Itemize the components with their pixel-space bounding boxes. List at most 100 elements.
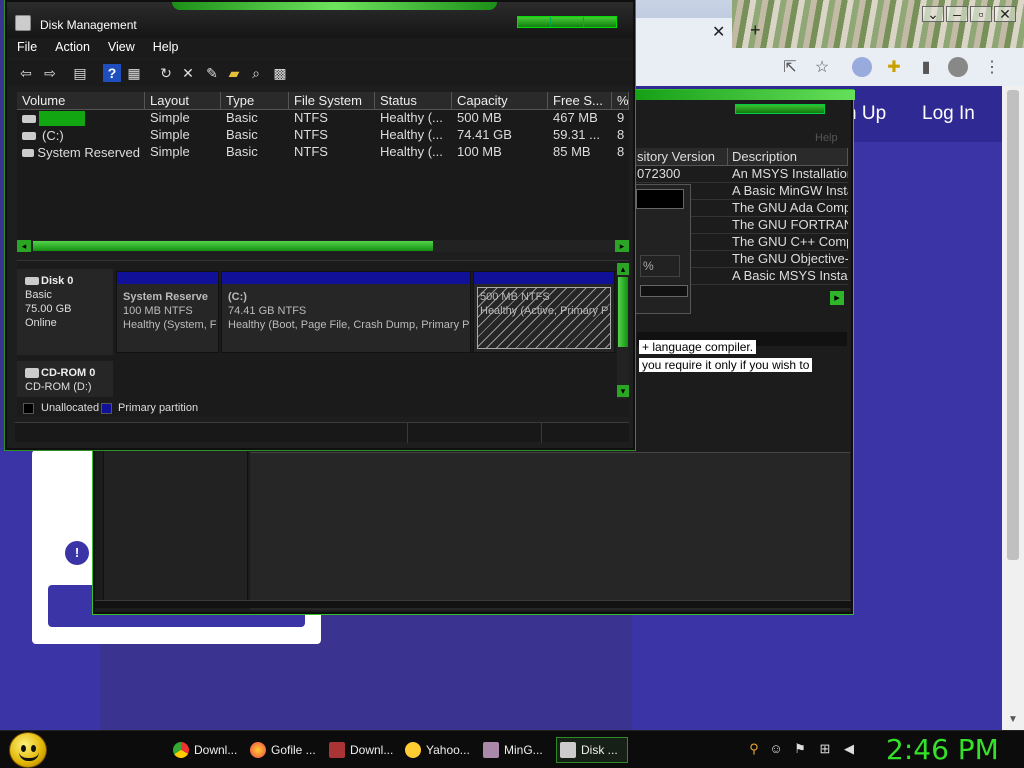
column-header-description[interactable]: Description bbox=[728, 148, 848, 165]
search-icon[interactable]: ⌕ bbox=[247, 64, 265, 82]
minimize-button[interactable]: – bbox=[946, 6, 968, 22]
task-download[interactable]: Downl... bbox=[326, 737, 398, 763]
volume-row[interactable]: (C:) Simple Basic NTFS Healthy (... 74.4… bbox=[17, 127, 629, 144]
column-header-volume[interactable]: Volume bbox=[17, 92, 145, 109]
help-menu[interactable]: Help bbox=[815, 132, 838, 144]
chat-icon[interactable]: ☺ bbox=[768, 741, 784, 757]
partition-c[interactable]: (C:) 74.41 GB NTFS Healthy (Boot, Page F… bbox=[221, 271, 471, 353]
graph-scrollbar[interactable]: ▴ ▾ bbox=[617, 263, 629, 399]
login-link[interactable]: Log In bbox=[922, 103, 975, 125]
task-yahoo[interactable]: Yahoo... bbox=[402, 737, 474, 763]
column-header-percent[interactable]: % bbox=[612, 92, 629, 109]
column-header-filesystem[interactable]: File System bbox=[289, 92, 375, 109]
close-button[interactable]: ✕ bbox=[994, 6, 1016, 22]
partition-system-reserved[interactable]: System Reserve 100 MB NTFS Healthy (Syst… bbox=[116, 271, 219, 353]
volume-row[interactable]: Simple Basic NTFS Healthy (... 500 MB 46… bbox=[17, 110, 629, 127]
scroll-thumb[interactable] bbox=[33, 241, 433, 251]
check-icon[interactable]: ✎ bbox=[203, 64, 221, 82]
close-button[interactable] bbox=[584, 17, 616, 27]
close-tab-icon[interactable]: ✕ bbox=[712, 22, 725, 42]
extensions-puzzle-icon[interactable]: ✚ bbox=[884, 57, 904, 77]
volume-row[interactable]: System Reserved Simple Basic NTFS Health… bbox=[17, 144, 629, 161]
task-disk-management[interactable]: Disk ... bbox=[556, 737, 628, 763]
address-bar[interactable]: ⇱ ☆ ✚ ▮ ⋮ bbox=[632, 48, 1024, 86]
menu-view[interactable]: View bbox=[98, 38, 143, 58]
refresh-icon[interactable]: ↻ bbox=[157, 64, 175, 82]
volume-list-scrollbar[interactable]: ◂ ▸ bbox=[17, 240, 629, 252]
task-label: Downl... bbox=[350, 743, 394, 757]
new-tab-button[interactable]: + bbox=[750, 20, 761, 41]
partition-size: 500 MB NTFS bbox=[480, 291, 550, 303]
column-header-layout[interactable]: Layout bbox=[145, 92, 221, 109]
sidepanel-icon[interactable]: ▮ bbox=[916, 57, 936, 77]
menu-help[interactable]: Help bbox=[143, 38, 187, 58]
maximize-button[interactable] bbox=[551, 17, 584, 27]
clock[interactable]: 2:46 PM bbox=[886, 733, 999, 766]
cell-type: Basic bbox=[226, 127, 258, 142]
share-icon[interactable]: ⇱ bbox=[780, 57, 800, 77]
column-header-status[interactable]: Status bbox=[375, 92, 452, 109]
taskbar: Downl... Gofile ... Downl... Yahoo... Mi… bbox=[0, 730, 1024, 768]
maximize-button[interactable]: ▫ bbox=[970, 6, 992, 22]
disk0-label[interactable]: Disk 0 Basic 75.00 GB Online bbox=[17, 269, 113, 355]
menu-file[interactable]: File bbox=[7, 38, 45, 58]
scroll-thumb[interactable] bbox=[1007, 90, 1019, 560]
column-header-free[interactable]: Free S... bbox=[548, 92, 612, 109]
scroll-down-icon[interactable]: ▼ bbox=[1008, 714, 1018, 725]
cell-percent: 8 bbox=[617, 127, 625, 142]
profile-avatar-icon[interactable] bbox=[948, 57, 968, 77]
status-bar bbox=[95, 600, 851, 608]
download-icon bbox=[329, 742, 345, 758]
settings-icon[interactable]: ▩ bbox=[271, 64, 289, 82]
menu-action[interactable]: Action bbox=[45, 38, 98, 58]
cell-layout: Simple bbox=[150, 127, 190, 142]
cell-free: 467 MB bbox=[553, 110, 598, 125]
scroll-down-icon[interactable]: ▾ bbox=[617, 385, 629, 397]
partition-info: 500 MB NTFS Healthy (Active, Primary P bbox=[480, 290, 612, 318]
scroll-thumb[interactable] bbox=[618, 277, 628, 347]
delete-icon[interactable]: ✕ bbox=[179, 64, 197, 82]
cell-percent: 9 bbox=[617, 110, 625, 125]
scroll-right-icon[interactable]: ▸ bbox=[615, 240, 629, 252]
network-icon[interactable]: ⊞ bbox=[817, 741, 833, 757]
scroll-left-icon[interactable]: ◂ bbox=[17, 240, 31, 252]
task-firefox[interactable]: Gofile ... bbox=[247, 737, 319, 763]
flag-icon[interactable]: ⚑ bbox=[792, 741, 808, 757]
table-row[interactable]: 072300 An MSYS Installation bbox=[633, 166, 848, 183]
details-pane bbox=[250, 452, 850, 610]
scroll-right-icon[interactable]: ▸ bbox=[830, 291, 844, 305]
cdrom-label[interactable]: CD-ROM 0 CD-ROM (D:) bbox=[17, 361, 113, 397]
disk0-state: Online bbox=[25, 317, 57, 329]
properties-icon[interactable]: ▦ bbox=[125, 64, 143, 82]
task-chrome[interactable]: Downl... bbox=[170, 737, 242, 763]
scroll-up-icon[interactable]: ▴ bbox=[617, 263, 629, 275]
category-pane[interactable] bbox=[103, 448, 248, 606]
search-icon[interactable]: ⚲ bbox=[746, 741, 762, 757]
volume-icon[interactable]: ◀ bbox=[841, 741, 857, 757]
task-mingw[interactable]: MinG... bbox=[480, 737, 552, 763]
partition-name: (C:) bbox=[228, 291, 247, 303]
extension-flag-icon[interactable] bbox=[852, 57, 872, 77]
minimize-button[interactable] bbox=[518, 17, 551, 27]
bookmark-star-icon[interactable]: ☆ bbox=[812, 57, 832, 77]
column-header-version[interactable]: sitory Version bbox=[633, 148, 728, 165]
progress-field bbox=[636, 189, 684, 209]
cell-filesystem: NTFS bbox=[294, 144, 328, 159]
menu-dots-icon[interactable]: ⋮ bbox=[982, 57, 1002, 77]
partition-500mb-selected[interactable]: 500 MB NTFS Healthy (Active, Primary P bbox=[473, 271, 615, 353]
console-tree-icon[interactable]: ▤ bbox=[71, 64, 89, 82]
window-controls[interactable] bbox=[735, 104, 825, 114]
browser-scrollbar[interactable]: ▲ ▼ bbox=[1002, 86, 1024, 730]
volume-list-header: Volume Layout Type File System Status Ca… bbox=[17, 92, 629, 110]
help-icon[interactable]: ? bbox=[103, 64, 121, 82]
window-titlebar[interactable]: Disk Management bbox=[7, 2, 633, 38]
open-folder-icon[interactable]: ▰ bbox=[225, 64, 243, 82]
start-button-smiley-icon[interactable] bbox=[9, 732, 47, 768]
column-header-capacity[interactable]: Capacity bbox=[452, 92, 548, 109]
legend-primary: Primary partition bbox=[118, 402, 199, 414]
dropdown-icon[interactable]: ⌄ bbox=[922, 6, 944, 22]
window-controls[interactable] bbox=[517, 16, 617, 28]
back-arrow-icon[interactable]: ⇦ bbox=[17, 64, 35, 82]
column-header-type[interactable]: Type bbox=[221, 92, 289, 109]
forward-arrow-icon[interactable]: ⇨ bbox=[41, 64, 59, 82]
